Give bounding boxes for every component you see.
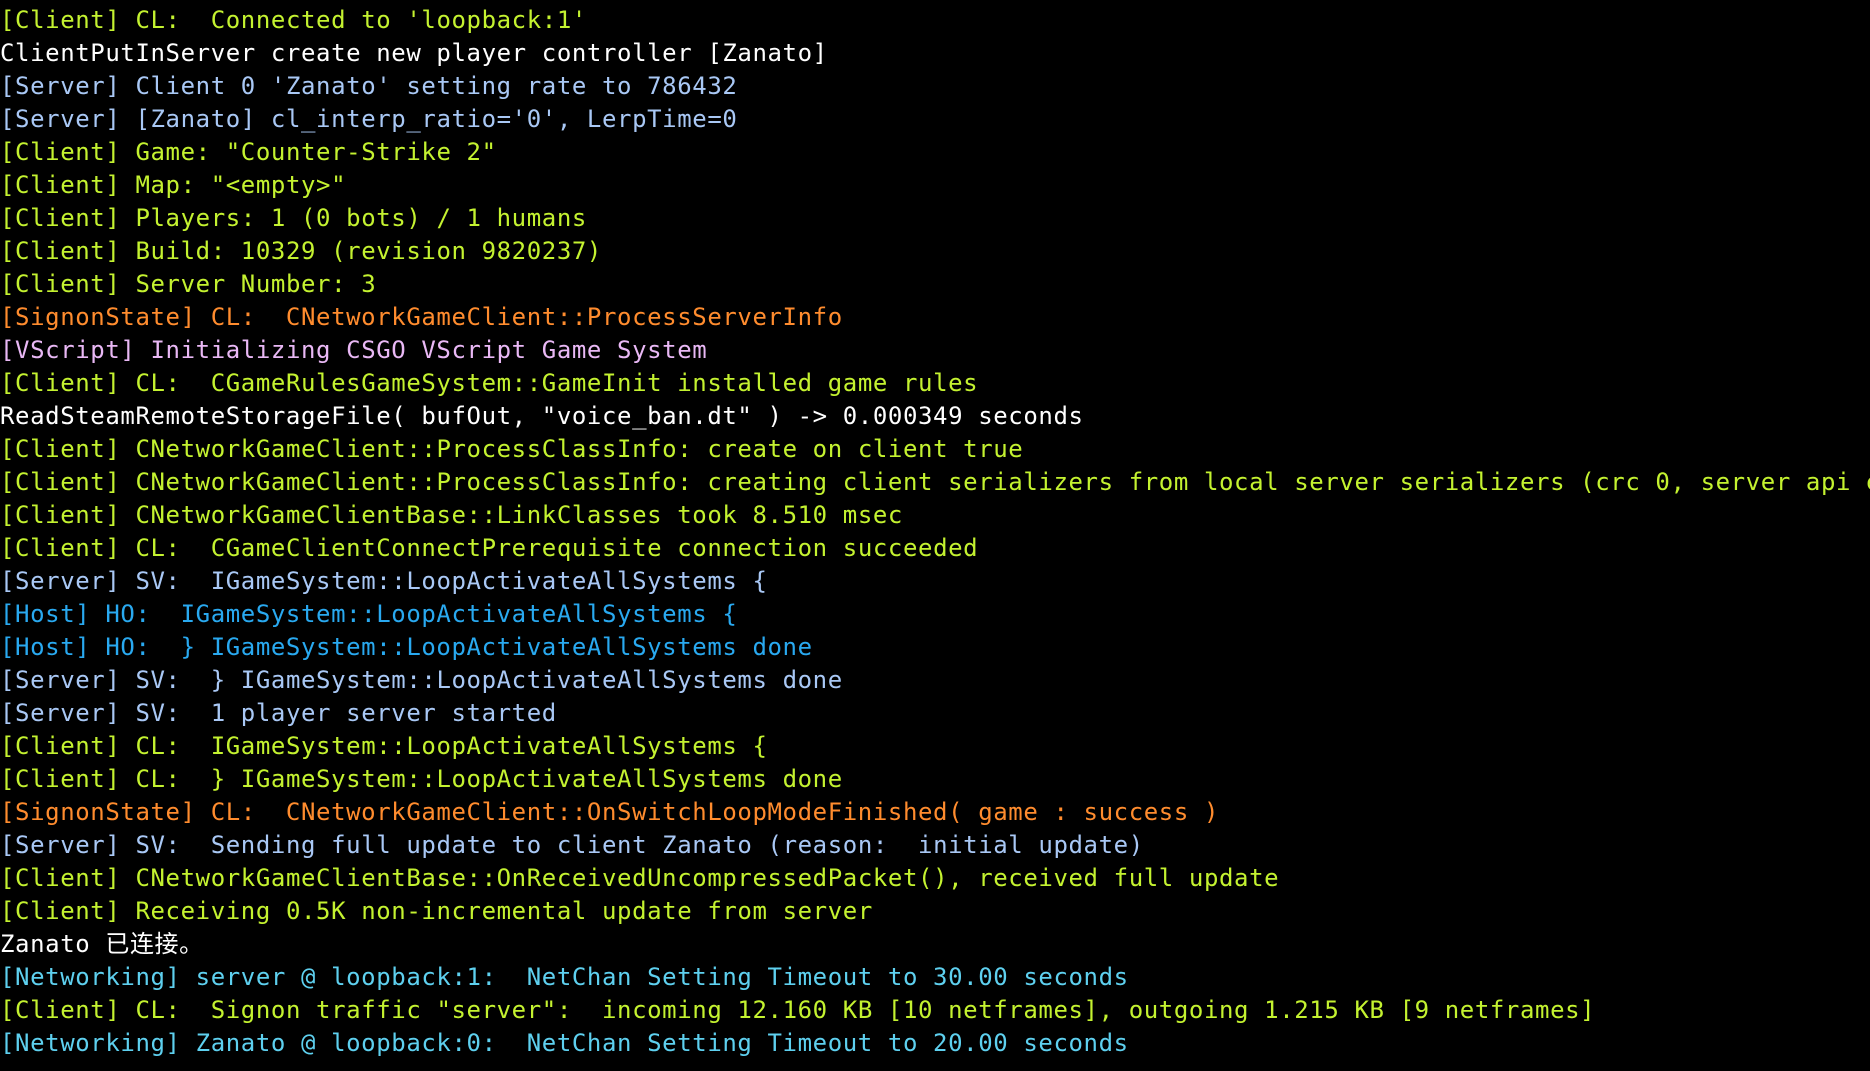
log-line: [Client] CL: CGameRulesGameSystem::GameI… xyxy=(0,367,1870,400)
log-line-tag: [Client] xyxy=(0,237,121,265)
log-line-tag: [Client] xyxy=(0,171,121,199)
log-line-text: CL: Connected to 'loopback:1' xyxy=(120,6,587,34)
log-line-tag: [Server] xyxy=(0,831,121,859)
log-line: [Client] CNetworkGameClientBase::OnRecei… xyxy=(0,862,1870,895)
log-line-tag: [Server] xyxy=(0,567,121,595)
log-line: [Client] CL: IGameSystem::LoopActivateAl… xyxy=(0,730,1870,763)
log-line: [Server] SV: 1 player server started xyxy=(0,697,1870,730)
log-line: [Client] CNetworkGameClientBase::LinkCla… xyxy=(0,499,1870,532)
log-line-tag: [SignonState] xyxy=(0,798,196,826)
log-line: [Host] HO: } IGameSystem::LoopActivateAl… xyxy=(0,631,1870,664)
log-line-text: CNetworkGameClientBase::LinkClasses took… xyxy=(120,501,903,529)
log-line-tag: [Client] xyxy=(0,864,121,892)
log-line-tag: [Server] xyxy=(0,72,121,100)
log-line: [Client] CNetworkGameClient::ProcessClas… xyxy=(0,466,1870,499)
log-line-text: Build: 10329 (revision 9820237) xyxy=(120,237,602,265)
log-line-tag: [Client] xyxy=(0,501,121,529)
log-line-text: SV: } IGameSystem::LoopActivateAllSystem… xyxy=(120,666,843,694)
log-line: [Server] Client 0 'Zanato' setting rate … xyxy=(0,70,1870,103)
log-line: [Client] CNetworkGameClient::ProcessClas… xyxy=(0,433,1870,466)
log-line-text: Client 0 'Zanato' setting rate to 786432 xyxy=(120,72,738,100)
log-line-text: CL: } IGameSystem::LoopActivateAllSystem… xyxy=(120,765,843,793)
log-line: [Client] CL: Connected to 'loopback:1' xyxy=(0,4,1870,37)
log-line: [Client] CL: Signon traffic "server": in… xyxy=(0,994,1870,1027)
log-line-text: Game: "Counter-Strike 2" xyxy=(120,138,497,166)
log-line-text: Players: 1 (0 bots) / 1 humans xyxy=(120,204,587,232)
log-line: [Server] [Zanato] cl_interp_ratio='0', L… xyxy=(0,103,1870,136)
log-line: [Client] Players: 1 (0 bots) / 1 humans xyxy=(0,202,1870,235)
log-line-tag: [Client] xyxy=(0,270,121,298)
log-line-tag: [Networking] xyxy=(0,1029,181,1057)
log-line-tag: [VScript] xyxy=(0,336,136,364)
log-line-text: SV: IGameSystem::LoopActivateAllSystems … xyxy=(120,567,768,595)
log-line-tag: [Host] xyxy=(0,600,91,628)
log-line-text: HO: IGameSystem::LoopActivateAllSystems … xyxy=(90,600,738,628)
log-line-tag: [SignonState] xyxy=(0,303,196,331)
log-line: [Client] Receiving 0.5K non-incremental … xyxy=(0,895,1870,928)
log-line-text: Map: "<empty>" xyxy=(120,171,347,199)
log-line-text: CNetworkGameClient::ProcessClassInfo: cr… xyxy=(120,435,1024,463)
log-line: [Networking] Zanato @ loopback:0: NetCha… xyxy=(0,1027,1870,1060)
log-line-text: CL: CGameRulesGameSystem::GameInit insta… xyxy=(120,369,979,397)
log-line-text: Zanato @ loopback:0: NetChan Setting Tim… xyxy=(180,1029,1129,1057)
log-line: [Client] Build: 10329 (revision 9820237) xyxy=(0,235,1870,268)
log-line-tag: [Host] xyxy=(0,633,91,661)
log-line: [Server] SV: } IGameSystem::LoopActivate… xyxy=(0,664,1870,697)
log-line: [Networking] server @ loopback:1: NetCha… xyxy=(0,961,1870,994)
console-window: [Client] CL: Connected to 'loopback:1' Cl… xyxy=(0,0,1870,1071)
log-line-text: CNetworkGameClient::ProcessClassInfo: cr… xyxy=(120,468,1870,496)
log-line-text: CL: Signon traffic "server": incoming 12… xyxy=(120,996,1596,1024)
log-line: [Host] HO: IGameSystem::LoopActivateAllS… xyxy=(0,598,1870,631)
log-line: [SignonState] CL: CNetworkGameClient::On… xyxy=(0,796,1870,829)
log-line-text: HO: } IGameSystem::LoopActivateAllSystem… xyxy=(90,633,813,661)
log-line: [Server] SV: IGameSystem::LoopActivateAl… xyxy=(0,565,1870,598)
log-line-text: CL: CNetworkGameClient::OnSwitchLoopMode… xyxy=(195,798,1219,826)
log-line-tag: [Client] xyxy=(0,897,121,925)
log-line-tag: [Client] xyxy=(0,369,121,397)
log-line-tag: [Client] xyxy=(0,138,121,166)
log-line-text: server @ loopback:1: NetChan Setting Tim… xyxy=(180,963,1129,991)
log-line-text: SV: 1 player server started xyxy=(120,699,557,727)
log-line: [Client] CL: CGameClientConnectPrerequis… xyxy=(0,532,1870,565)
log-line: [VScript] Initializing CSGO VScript Game… xyxy=(0,334,1870,367)
log-line: [Client] CL: } IGameSystem::LoopActivate… xyxy=(0,763,1870,796)
log-line-text: CNetworkGameClientBase::OnReceivedUncomp… xyxy=(120,864,1280,892)
log-line-tag: [Client] xyxy=(0,204,121,232)
log-line: [Client] Server Number: 3 xyxy=(0,268,1870,301)
log-line-text: ClientPutInServer create new player cont… xyxy=(0,39,828,67)
console-log: [Client] CL: Connected to 'loopback:1' Cl… xyxy=(0,4,1870,1060)
log-line: ClientPutInServer create new player cont… xyxy=(0,37,1870,70)
log-line-tag: [Client] xyxy=(0,732,121,760)
log-line-text: Initializing CSGO VScript Game System xyxy=(135,336,708,364)
log-line-tag: [Client] xyxy=(0,6,121,34)
log-line: [Client] Game: "Counter-Strike 2" xyxy=(0,136,1870,169)
log-line-text: Server Number: 3 xyxy=(120,270,377,298)
log-line-text: [Zanato] cl_interp_ratio='0', LerpTime=0 xyxy=(120,105,738,133)
log-line-tag: [Client] xyxy=(0,534,121,562)
log-line: ReadSteamRemoteStorageFile( bufOut, "voi… xyxy=(0,400,1870,433)
log-line: [Client] Map: "<empty>" xyxy=(0,169,1870,202)
log-line-tag: [Networking] xyxy=(0,963,181,991)
log-line-tag: [Server] xyxy=(0,105,121,133)
log-line-tag: [Client] xyxy=(0,765,121,793)
log-line-tag: [Client] xyxy=(0,468,121,496)
log-line-tag: [Client] xyxy=(0,435,121,463)
log-line: [SignonState] CL: CNetworkGameClient::Pr… xyxy=(0,301,1870,334)
log-line-text: ReadSteamRemoteStorageFile( bufOut, "voi… xyxy=(0,402,1084,430)
log-line-tag: [Server] xyxy=(0,666,121,694)
log-line-text: CL: CNetworkGameClient::ProcessServerInf… xyxy=(195,303,843,331)
log-line-text: SV: Sending full update to client Zanato… xyxy=(120,831,1144,859)
log-line-text: CL: CGameClientConnectPrerequisite conne… xyxy=(120,534,979,562)
log-line-tag: [Server] xyxy=(0,699,121,727)
log-line-text: Receiving 0.5K non-incremental update fr… xyxy=(120,897,873,925)
log-line-text: Zanato 已连接。 xyxy=(0,930,204,958)
log-line: [Server] SV: Sending full update to clie… xyxy=(0,829,1870,862)
log-line-text: CL: IGameSystem::LoopActivateAllSystems … xyxy=(120,732,768,760)
log-line: Zanato 已连接。 xyxy=(0,928,1870,961)
log-line-tag: [Client] xyxy=(0,996,121,1024)
